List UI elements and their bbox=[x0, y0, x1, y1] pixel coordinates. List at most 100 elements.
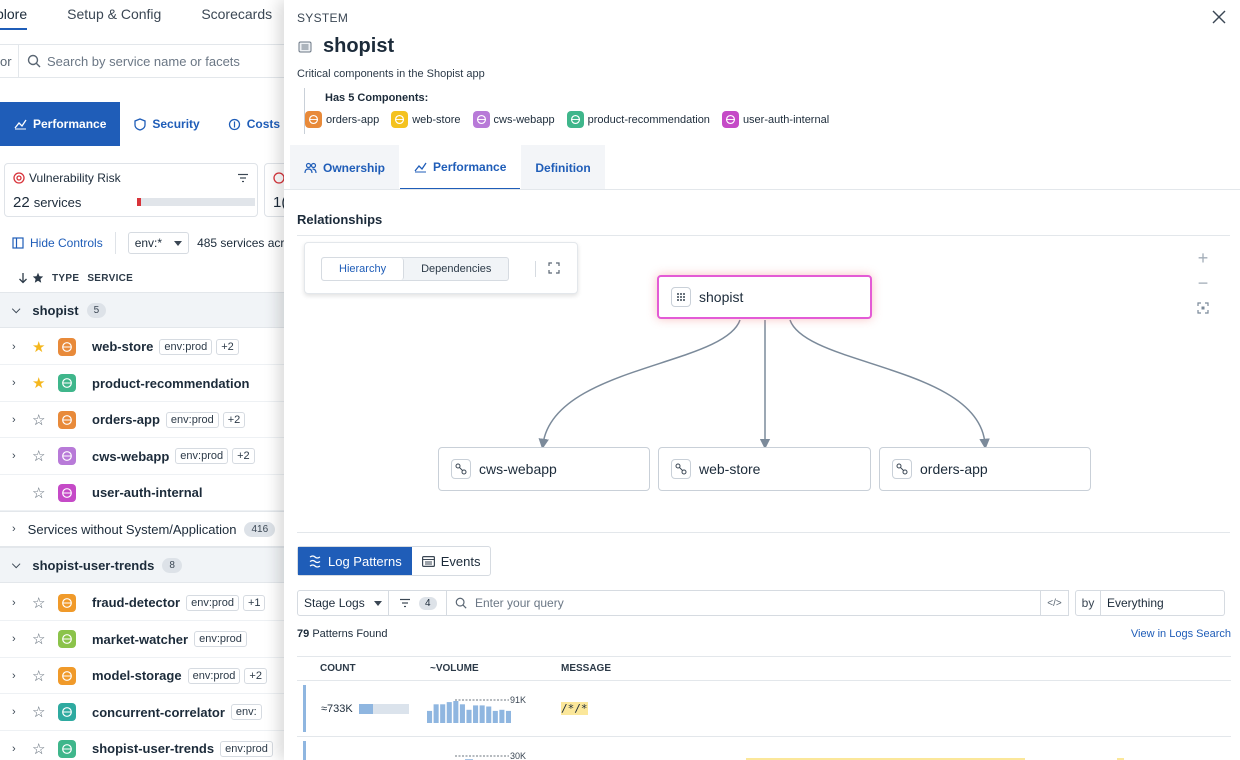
table-row[interactable]: › ☆ fraud-detector env:prod +1 bbox=[0, 585, 284, 621]
table-row[interactable]: › ☆ model-storage env:prod +2 bbox=[0, 658, 284, 694]
table-row[interactable]: ☆ user-auth-internal bbox=[0, 475, 284, 511]
tab-log-patterns[interactable]: Log Patterns bbox=[298, 547, 412, 575]
zoom-out-icon[interactable]: − bbox=[1198, 271, 1209, 296]
service-name[interactable]: user-auth-internal bbox=[92, 485, 203, 500]
favorite-star-icon[interactable]: ★ bbox=[32, 374, 58, 392]
env-tag[interactable]: env:prod bbox=[175, 448, 229, 464]
hierarchy-option[interactable]: Hierarchy bbox=[322, 258, 405, 280]
service-name[interactable]: product-recommendation bbox=[92, 376, 249, 391]
table-row[interactable]: › ★ product-recommendation bbox=[0, 366, 284, 402]
more-tags[interactable]: +2 bbox=[244, 667, 267, 684]
group-row[interactable]: › Services without System/Application 41… bbox=[0, 511, 284, 547]
close-icon[interactable] bbox=[1210, 8, 1228, 26]
column-count[interactable]: COUNT bbox=[320, 663, 356, 674]
more-tags[interactable]: +1 bbox=[242, 594, 266, 611]
category-performance[interactable]: Performance bbox=[0, 102, 121, 146]
tab-definition[interactable]: Definition bbox=[521, 145, 605, 190]
column-type[interactable]: TYPE bbox=[52, 273, 79, 284]
chevron-right-icon[interactable]: › bbox=[12, 670, 32, 682]
hide-controls-button[interactable]: Hide Controls bbox=[12, 236, 103, 250]
table-row[interactable]: ≈219K 30K Checking token for customer=[-… bbox=[297, 737, 1231, 760]
tab-explore[interactable]: plore bbox=[0, 0, 28, 30]
chevron-right-icon[interactable]: › bbox=[12, 450, 32, 462]
component-chip[interactable]: orders-app bbox=[305, 111, 379, 128]
env-tag[interactable]: env:prod bbox=[159, 338, 213, 355]
tab-scorecards[interactable]: Scorecards bbox=[201, 0, 272, 22]
env-tag[interactable]: env:prod bbox=[186, 594, 239, 611]
chevron-right-icon[interactable]: › bbox=[12, 341, 32, 353]
env-tag[interactable]: env:prod bbox=[220, 740, 273, 757]
secondary-metric-card[interactable]: 1( bbox=[264, 163, 284, 217]
favorite-star-icon[interactable]: ☆ bbox=[32, 630, 58, 648]
group-by-input[interactable]: Everything bbox=[1101, 590, 1225, 616]
column-service[interactable]: SERVICE bbox=[87, 273, 133, 284]
service-name[interactable]: model-storage bbox=[92, 668, 182, 683]
component-chip[interactable]: cws-webapp bbox=[472, 111, 555, 128]
tab-events[interactable]: Events bbox=[412, 547, 491, 575]
fit-view-icon[interactable] bbox=[1197, 296, 1209, 321]
query-input[interactable]: Enter your query bbox=[447, 590, 1041, 616]
dependencies-option[interactable]: Dependencies bbox=[404, 258, 508, 280]
env-select[interactable]: env:* bbox=[127, 232, 190, 254]
table-row[interactable]: › ☆ shopist-user-trends env:prod bbox=[0, 731, 284, 760]
tab-setup-config[interactable]: Setup & Config bbox=[67, 0, 161, 22]
service-name[interactable]: concurrent-correlator bbox=[92, 705, 225, 720]
more-tags[interactable]: +2 bbox=[222, 411, 246, 428]
graph-node-child[interactable]: web-store bbox=[658, 447, 871, 491]
service-name[interactable]: shopist-user-trends bbox=[92, 741, 214, 756]
favorite-star-icon[interactable]: ☆ bbox=[32, 703, 58, 721]
chevron-right-icon[interactable]: › bbox=[12, 377, 32, 389]
filter-icon[interactable] bbox=[237, 173, 249, 183]
service-name[interactable]: market-watcher bbox=[92, 632, 188, 647]
category-security[interactable]: Security bbox=[120, 102, 213, 146]
tab-performance[interactable]: Performance bbox=[400, 145, 521, 190]
chevron-right-icon[interactable]: › bbox=[12, 743, 32, 755]
group-row[interactable]: ⌵ shopist-user-trends 8 bbox=[0, 547, 284, 583]
chevron-right-icon[interactable]: › bbox=[12, 414, 32, 426]
env-tag[interactable]: env:prod bbox=[187, 667, 241, 684]
graph-node-child[interactable]: cws-webapp bbox=[438, 447, 650, 491]
favorite-star-icon[interactable]: ☆ bbox=[32, 411, 58, 429]
env-tag[interactable]: env:prod bbox=[165, 411, 219, 428]
chevron-right-icon[interactable]: › bbox=[12, 633, 32, 645]
component-chip[interactable]: web-store bbox=[391, 111, 461, 128]
tab-ownership[interactable]: Ownership bbox=[290, 145, 400, 190]
group-row[interactable]: ⌵ shopist 5 bbox=[0, 292, 284, 328]
graph-node-root[interactable]: shopist bbox=[657, 275, 872, 319]
column-message[interactable]: MESSAGE bbox=[561, 663, 611, 674]
expand-icon[interactable] bbox=[548, 262, 560, 274]
stage-logs-select[interactable]: Stage Logs bbox=[297, 590, 389, 616]
graph-node-child[interactable]: orders-app bbox=[879, 447, 1091, 491]
favorite-star-icon[interactable]: ☆ bbox=[32, 594, 58, 612]
table-row[interactable]: › ★ web-store env:prod +2 bbox=[0, 329, 284, 365]
favorite-star-icon[interactable]: ☆ bbox=[32, 484, 58, 502]
env-tag[interactable]: env:prod bbox=[194, 631, 247, 647]
more-tags[interactable]: +2 bbox=[216, 338, 239, 355]
search-input[interactable]: Search by service name or facets bbox=[47, 54, 240, 69]
table-row[interactable]: ≈733K 91K /*/* bbox=[297, 681, 1231, 737]
component-chip[interactable]: user-auth-internal bbox=[721, 111, 829, 128]
vulnerability-risk-card[interactable]: Vulnerability Risk 22 services bbox=[4, 163, 258, 217]
env-tag[interactable]: env: bbox=[230, 704, 262, 720]
favorite-star-icon[interactable]: ★ bbox=[32, 338, 58, 356]
service-name[interactable]: web-store bbox=[92, 339, 153, 354]
component-chip[interactable]: product-recommendation bbox=[566, 111, 710, 128]
favorite-star-icon[interactable]: ☆ bbox=[32, 740, 58, 758]
favorite-star-icon[interactable]: ☆ bbox=[32, 667, 58, 685]
table-row[interactable]: › ☆ orders-app env:prod +2 bbox=[0, 402, 284, 438]
star-filled-icon[interactable] bbox=[32, 272, 44, 284]
code-view-button[interactable]: </> bbox=[1041, 590, 1069, 616]
zoom-in-icon[interactable]: + bbox=[1198, 246, 1209, 271]
category-costs[interactable]: Costs bbox=[214, 102, 284, 146]
column-volume[interactable]: ~VOLUME bbox=[430, 663, 479, 674]
service-name[interactable]: cws-webapp bbox=[92, 449, 169, 464]
filter-button[interactable]: 4 bbox=[389, 590, 447, 616]
table-row[interactable]: › ☆ cws-webapp env:prod +2 bbox=[0, 439, 284, 475]
sort-arrow-icon[interactable] bbox=[18, 272, 28, 284]
view-in-logs-link[interactable]: View in Logs Search bbox=[1131, 628, 1231, 640]
favorite-star-icon[interactable]: ☆ bbox=[32, 447, 58, 465]
chevron-right-icon[interactable]: › bbox=[12, 597, 32, 609]
service-name[interactable]: fraud-detector bbox=[92, 595, 180, 610]
table-row[interactable]: › ☆ market-watcher env:prod bbox=[0, 622, 284, 658]
service-name[interactable]: orders-app bbox=[92, 412, 160, 427]
